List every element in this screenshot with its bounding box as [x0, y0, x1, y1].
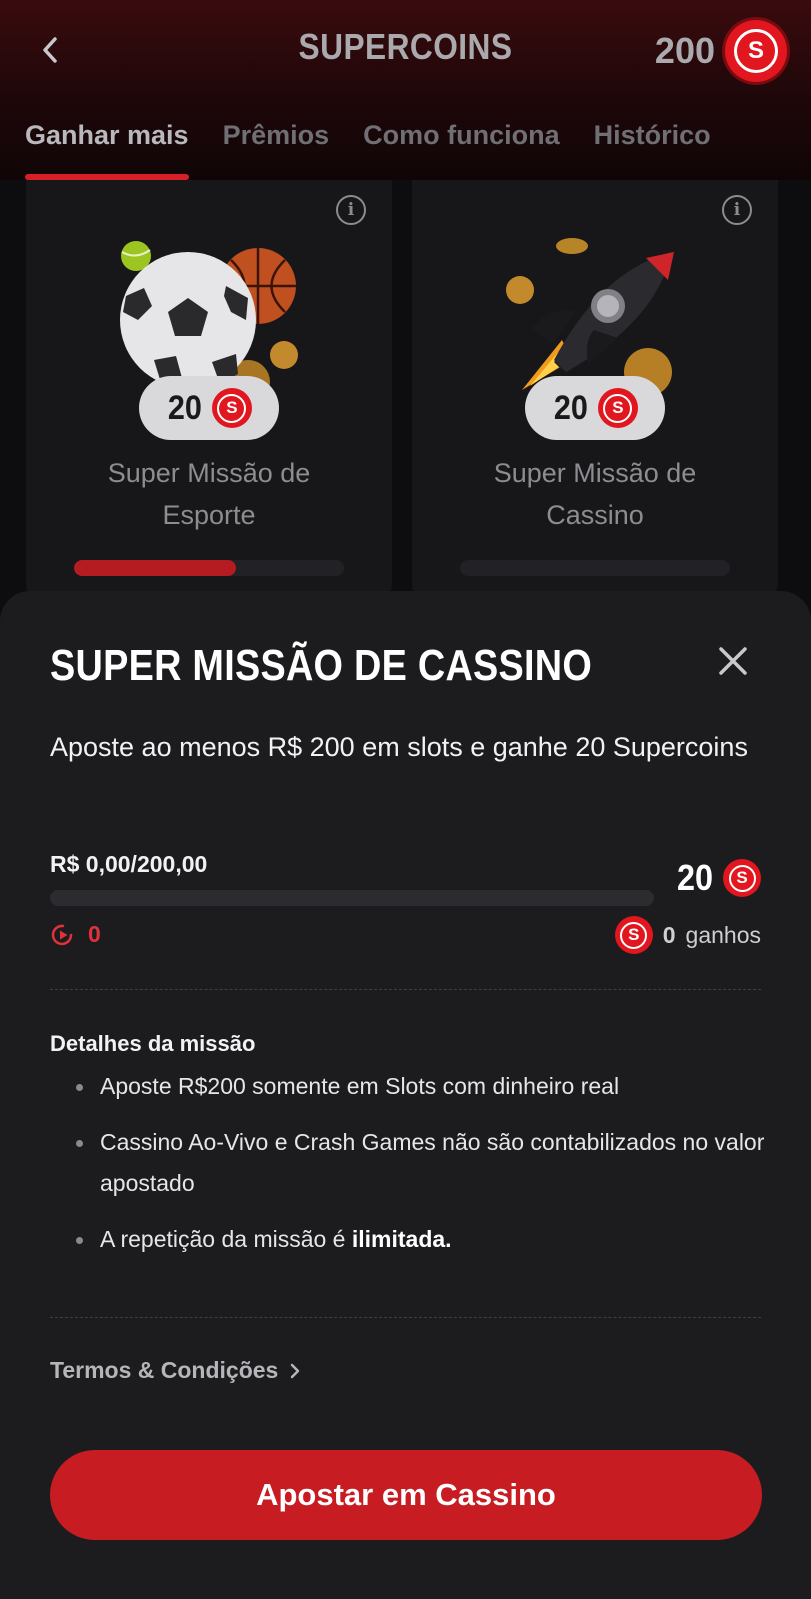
tab-historico[interactable]: Histórico [594, 112, 711, 180]
earned-counter: S 0 ganhos [614, 916, 761, 954]
card-title: Super Missão de Esporte [107, 458, 311, 530]
details-list: Aposte R$200 somente em Slots com dinhei… [50, 1066, 770, 1275]
tab-ganhar-mais[interactable]: Ganhar mais [25, 112, 189, 180]
supercoin-icon: S [597, 388, 638, 428]
reward-pill: 20 S [139, 376, 279, 440]
divider [50, 1317, 761, 1318]
list-item: Cassino Ao-Vivo e Crash Games não são co… [50, 1122, 770, 1204]
close-button[interactable] [711, 639, 755, 683]
tab-bar: Ganhar mais Prêmios Como funciona Histór… [0, 112, 811, 180]
list-item: Aposte R$200 somente em Slots com dinhei… [50, 1066, 770, 1107]
card-progress-fill [74, 560, 236, 576]
sports-balls-illustration [120, 241, 298, 400]
supercoin-icon: S [614, 916, 653, 954]
chevron-right-icon [291, 1363, 300, 1378]
divider [50, 989, 761, 990]
reward-pill: 20 S [525, 376, 665, 440]
mission-description: Aposte ao menos R$ 200 em slots e ganhe … [50, 732, 748, 762]
mission-progress-bar [50, 890, 654, 906]
balance-value: 200 [654, 30, 715, 71]
sheet-title: SUPER MISSÃO DE CASSINO [50, 641, 593, 690]
card-title: Super Missão de Cassino [493, 458, 697, 530]
supercoin-balance[interactable]: 200 S [655, 18, 787, 84]
mission-detail-sheet: SUPER MISSÃO DE CASSINO Aposte ao menos … [0, 591, 811, 1599]
supercoin-icon: S [725, 20, 787, 82]
rocket-illustration [506, 238, 674, 396]
close-icon [719, 647, 747, 675]
details-title: Detalhes da missão [50, 1031, 256, 1056]
card-progress-bar [460, 560, 730, 576]
plays-counter: 0 [50, 921, 101, 948]
top-header: SUPERCOINS 200 S Ganhar mais Prêmios Com… [0, 0, 811, 180]
play-icon [51, 924, 73, 945]
progress-label: R$ 0,00/200,00 [50, 851, 208, 877]
terms-link[interactable]: Termos & Condições [50, 1357, 302, 1384]
supercoin-icon: S [211, 388, 252, 428]
tab-como-funciona[interactable]: Como funciona [363, 112, 560, 180]
mission-cards: i 20 S Super Missão de Esporte i 20 S Su… [0, 180, 811, 600]
mission-card-esporte[interactable]: i 20 S Super Missão de Esporte [26, 180, 392, 600]
mission-card-cassino[interactable]: i 20 S Super Missão de Cassino [412, 180, 778, 600]
mission-reward: 20 S [675, 857, 761, 899]
tab-premios[interactable]: Prêmios [223, 112, 330, 180]
card-progress-bar [74, 560, 344, 576]
bet-casino-button[interactable]: Apostar em Cassino [50, 1450, 762, 1540]
supercoin-icon: S [723, 859, 761, 897]
list-item: A repetição da missão é ilimitada. [50, 1219, 770, 1260]
